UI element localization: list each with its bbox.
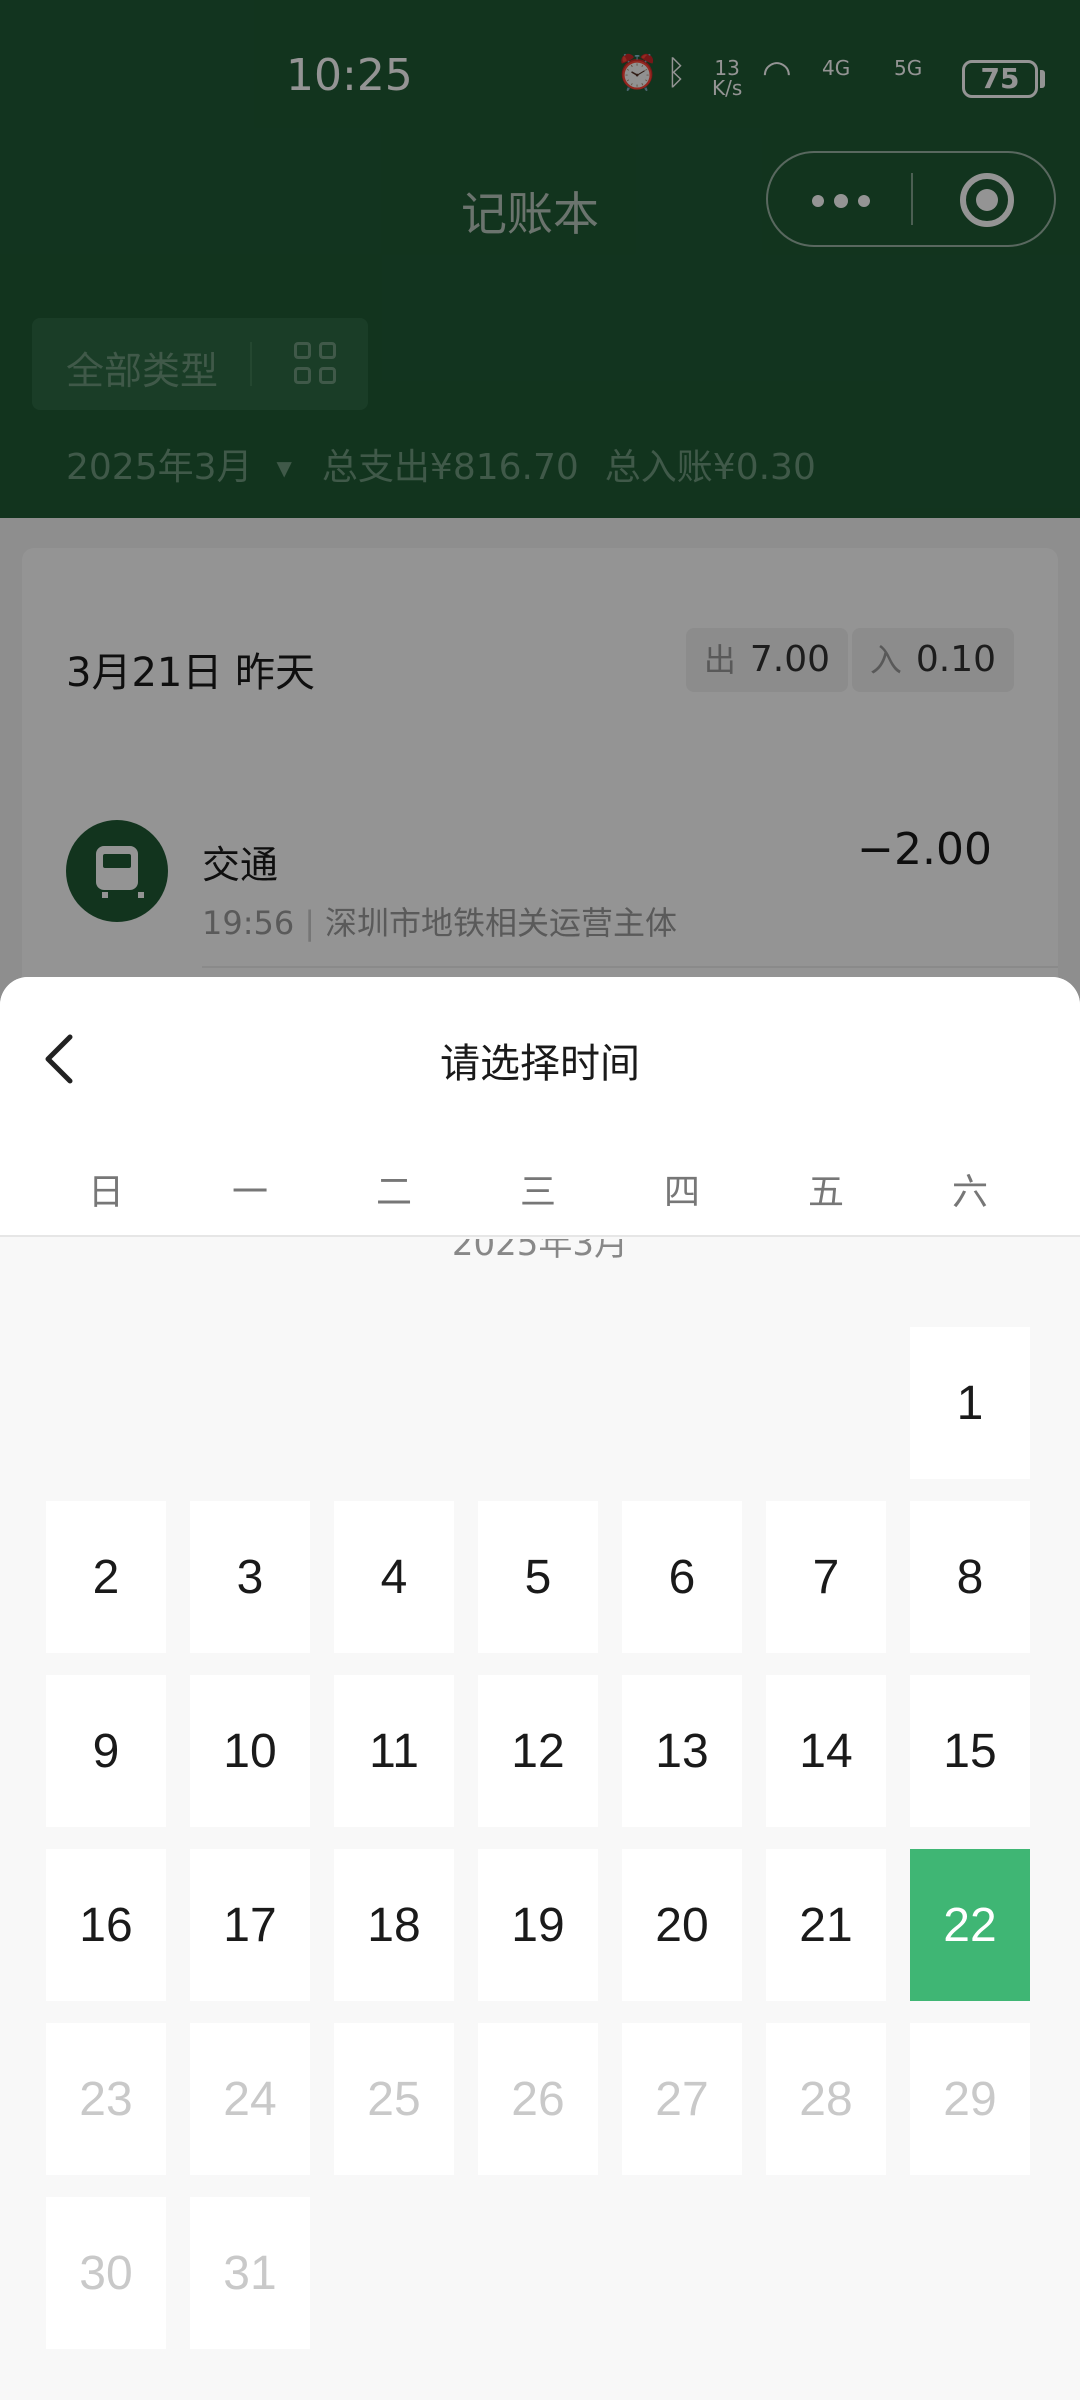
calendar-day[interactable]: 16 xyxy=(46,1849,166,2001)
calendar-day: 25 xyxy=(334,2023,454,2175)
month-caption: 2025年3月 xyxy=(451,1239,629,1264)
weekday-label: 五 xyxy=(807,1172,844,1213)
calendar-day-selected[interactable]: 22 xyxy=(910,1849,1030,2001)
calendar-day[interactable]: 6 xyxy=(622,1501,742,1653)
calendar-day[interactable]: 13 xyxy=(622,1675,742,1827)
calendar-day: 27 xyxy=(622,2023,742,2175)
calendar-day[interactable]: 18 xyxy=(334,1849,454,2001)
weekday-label: 二 xyxy=(375,1172,412,1213)
calendar-day: 28 xyxy=(766,2023,886,2175)
calendar-day[interactable]: 9 xyxy=(46,1675,166,1827)
date-picker-header: 请选择时间 日 一 二 三 四 五 六 xyxy=(0,977,1080,1237)
weekday-label: 三 xyxy=(519,1172,556,1213)
calendar-day: 31 xyxy=(190,2197,310,2349)
calendar-day[interactable]: 3 xyxy=(190,1501,310,1653)
calendar-day: 24 xyxy=(190,2023,310,2175)
calendar-day[interactable]: 12 xyxy=(478,1675,598,1827)
calendar-day[interactable]: 10 xyxy=(190,1675,310,1827)
calendar-day[interactable]: 21 xyxy=(766,1849,886,2001)
date-picker-sheet: 请选择时间 日一二三四五六 2025年3月 1 2 3 4 5 6 7 8 9 10 11 12 13 1… xyxy=(0,977,1080,2400)
calendar-day[interactable]: 5 xyxy=(478,1501,598,1653)
calendar-day[interactable]: 8 xyxy=(910,1501,1030,1653)
calendar-day: 23 xyxy=(46,2023,166,2175)
calendar-day: 30 xyxy=(46,2197,166,2349)
calendar-day[interactable]: 2 xyxy=(46,1501,166,1653)
calendar-day[interactable]: 7 xyxy=(766,1501,886,1653)
weekday-label: 四 xyxy=(663,1172,700,1213)
calendar-day[interactable]: 4 xyxy=(334,1501,454,1653)
calendar-day[interactable]: 1 xyxy=(910,1327,1030,1479)
calendar-day[interactable]: 20 xyxy=(622,1849,742,2001)
calendar-day: 26 xyxy=(478,2023,598,2175)
weekday-label: 六 xyxy=(951,1172,988,1213)
calendar-day[interactable]: 17 xyxy=(190,1849,310,2001)
weekday-label: 日 xyxy=(87,1172,124,1213)
calendar-day[interactable]: 15 xyxy=(910,1675,1030,1827)
calendar-day[interactable]: 14 xyxy=(766,1675,886,1827)
date-picker-title: 请选择时间 xyxy=(440,1041,640,1087)
calendar-day[interactable]: 19 xyxy=(478,1849,598,2001)
calendar-day: 29 xyxy=(910,2023,1030,2175)
weekday-label: 一 xyxy=(231,1172,268,1213)
calendar-day[interactable]: 11 xyxy=(334,1675,454,1827)
